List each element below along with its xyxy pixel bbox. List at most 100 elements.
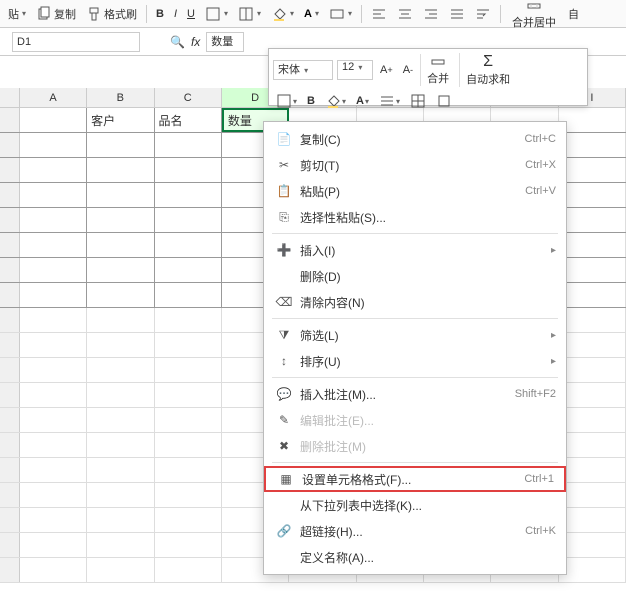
row-header[interactable] <box>0 308 20 332</box>
decrease-font-button[interactable]: A- <box>400 62 416 78</box>
cell[interactable] <box>87 183 154 207</box>
row-header[interactable] <box>0 233 20 257</box>
cell[interactable] <box>559 133 626 157</box>
cell[interactable] <box>559 383 626 407</box>
bold-mini-button[interactable]: B <box>304 93 318 109</box>
merge-center-button[interactable]: 合并居中 <box>506 0 562 30</box>
align-mini-button[interactable]: ▾ <box>376 91 403 111</box>
cell[interactable] <box>20 408 87 432</box>
row-header[interactable] <box>0 483 20 507</box>
align-justify-button[interactable] <box>445 4 469 24</box>
cell[interactable] <box>87 308 154 332</box>
cell[interactable] <box>87 383 154 407</box>
autosum-button[interactable]: Σ自动求和 <box>459 53 516 87</box>
cell[interactable] <box>559 458 626 482</box>
menu-paste-special[interactable]: ⎘选择性粘贴(S)... <box>264 204 566 230</box>
underline-button[interactable]: U <box>183 6 199 22</box>
menu-hyperlink[interactable]: 🔗超链接(H)...Ctrl+K <box>264 518 566 544</box>
menu-define-name[interactable]: 定义名称(A)... <box>264 544 566 570</box>
cell[interactable] <box>87 508 154 532</box>
cell[interactable] <box>559 333 626 357</box>
row-header[interactable] <box>0 433 20 457</box>
cell[interactable] <box>155 558 222 582</box>
cell[interactable] <box>155 533 222 557</box>
fill-mini-button[interactable]: ▾ <box>322 91 349 111</box>
cell[interactable] <box>559 108 626 132</box>
cell[interactable] <box>559 483 626 507</box>
cell[interactable]: 品名 <box>155 108 222 132</box>
cell[interactable] <box>20 208 87 232</box>
font-color-mini-button[interactable]: A▾ <box>353 93 372 109</box>
col-header-b[interactable]: B <box>87 88 154 107</box>
row-header[interactable] <box>0 533 20 557</box>
align-center-button[interactable] <box>393 4 417 24</box>
row-header[interactable] <box>0 208 20 232</box>
cell[interactable] <box>20 558 87 582</box>
cell[interactable] <box>559 533 626 557</box>
border-mini-button[interactable]: ▾ <box>273 91 300 111</box>
cell[interactable] <box>20 258 87 282</box>
cell[interactable] <box>87 358 154 382</box>
row-header[interactable] <box>0 283 20 307</box>
cell[interactable] <box>155 408 222 432</box>
wrap-button[interactable] <box>471 4 495 24</box>
menu-format-cells[interactable]: ▦设置单元格格式(F)...Ctrl+1 <box>264 466 566 492</box>
menu-clear[interactable]: ⌫清除内容(N) <box>264 289 566 315</box>
row-header[interactable] <box>0 108 20 132</box>
cell[interactable] <box>87 433 154 457</box>
menu-edit-comment[interactable]: ✎编辑批注(E)... <box>264 407 566 433</box>
bold-button[interactable]: B <box>152 6 168 22</box>
zoom-icon[interactable]: 🔍 <box>170 35 185 49</box>
cell[interactable] <box>20 433 87 457</box>
row-header[interactable] <box>0 458 20 482</box>
increase-font-button[interactable]: A+ <box>377 62 396 78</box>
cell[interactable] <box>155 158 222 182</box>
align-right-button[interactable] <box>419 4 443 24</box>
cell[interactable] <box>559 283 626 307</box>
row-header[interactable] <box>0 358 20 382</box>
merge-button[interactable]: 合并 <box>420 54 455 86</box>
cell[interactable] <box>20 533 87 557</box>
cell[interactable] <box>155 483 222 507</box>
cell[interactable] <box>559 308 626 332</box>
cell[interactable] <box>155 133 222 157</box>
formula-input[interactable]: 数量 <box>206 32 244 52</box>
cell[interactable] <box>20 283 87 307</box>
cell[interactable] <box>20 333 87 357</box>
cell[interactable] <box>155 383 222 407</box>
row-header[interactable] <box>0 183 20 207</box>
row-header[interactable] <box>0 383 20 407</box>
row-header[interactable] <box>0 158 20 182</box>
copy-button[interactable]: 复制 <box>32 4 80 24</box>
cell[interactable] <box>20 383 87 407</box>
cell[interactable] <box>155 358 222 382</box>
cell[interactable]: 客户 <box>87 108 154 132</box>
name-box[interactable]: D1 <box>12 32 140 52</box>
cell[interactable] <box>87 558 154 582</box>
cell[interactable] <box>87 158 154 182</box>
cell[interactable] <box>20 183 87 207</box>
col-header-c[interactable]: C <box>155 88 222 107</box>
cell[interactable] <box>559 433 626 457</box>
cell[interactable] <box>155 258 222 282</box>
cell[interactable] <box>155 283 222 307</box>
cell[interactable] <box>155 433 222 457</box>
cell[interactable] <box>20 483 87 507</box>
italic-button[interactable]: I <box>170 6 181 22</box>
cell[interactable] <box>155 333 222 357</box>
cell[interactable] <box>20 108 87 132</box>
menu-sort[interactable]: ↕排序(U)▸ <box>264 348 566 374</box>
paste-button[interactable]: 贴▾ <box>4 4 30 24</box>
cell[interactable] <box>87 133 154 157</box>
cell[interactable] <box>155 208 222 232</box>
menu-insert[interactable]: ➕插入(I)▸ <box>264 237 566 263</box>
menu-delete-comment[interactable]: ✖删除批注(M) <box>264 433 566 459</box>
cell[interactable] <box>155 508 222 532</box>
menu-paste[interactable]: 📋粘贴(P)Ctrl+V <box>264 178 566 204</box>
menu-filter[interactable]: ⧩筛选(L)▸ <box>264 322 566 348</box>
cell[interactable] <box>20 458 87 482</box>
cell[interactable] <box>559 508 626 532</box>
menu-insert-comment[interactable]: 💬插入批注(M)...Shift+F2 <box>264 381 566 407</box>
cell[interactable] <box>87 458 154 482</box>
fill-mini2-button[interactable] <box>433 91 455 111</box>
